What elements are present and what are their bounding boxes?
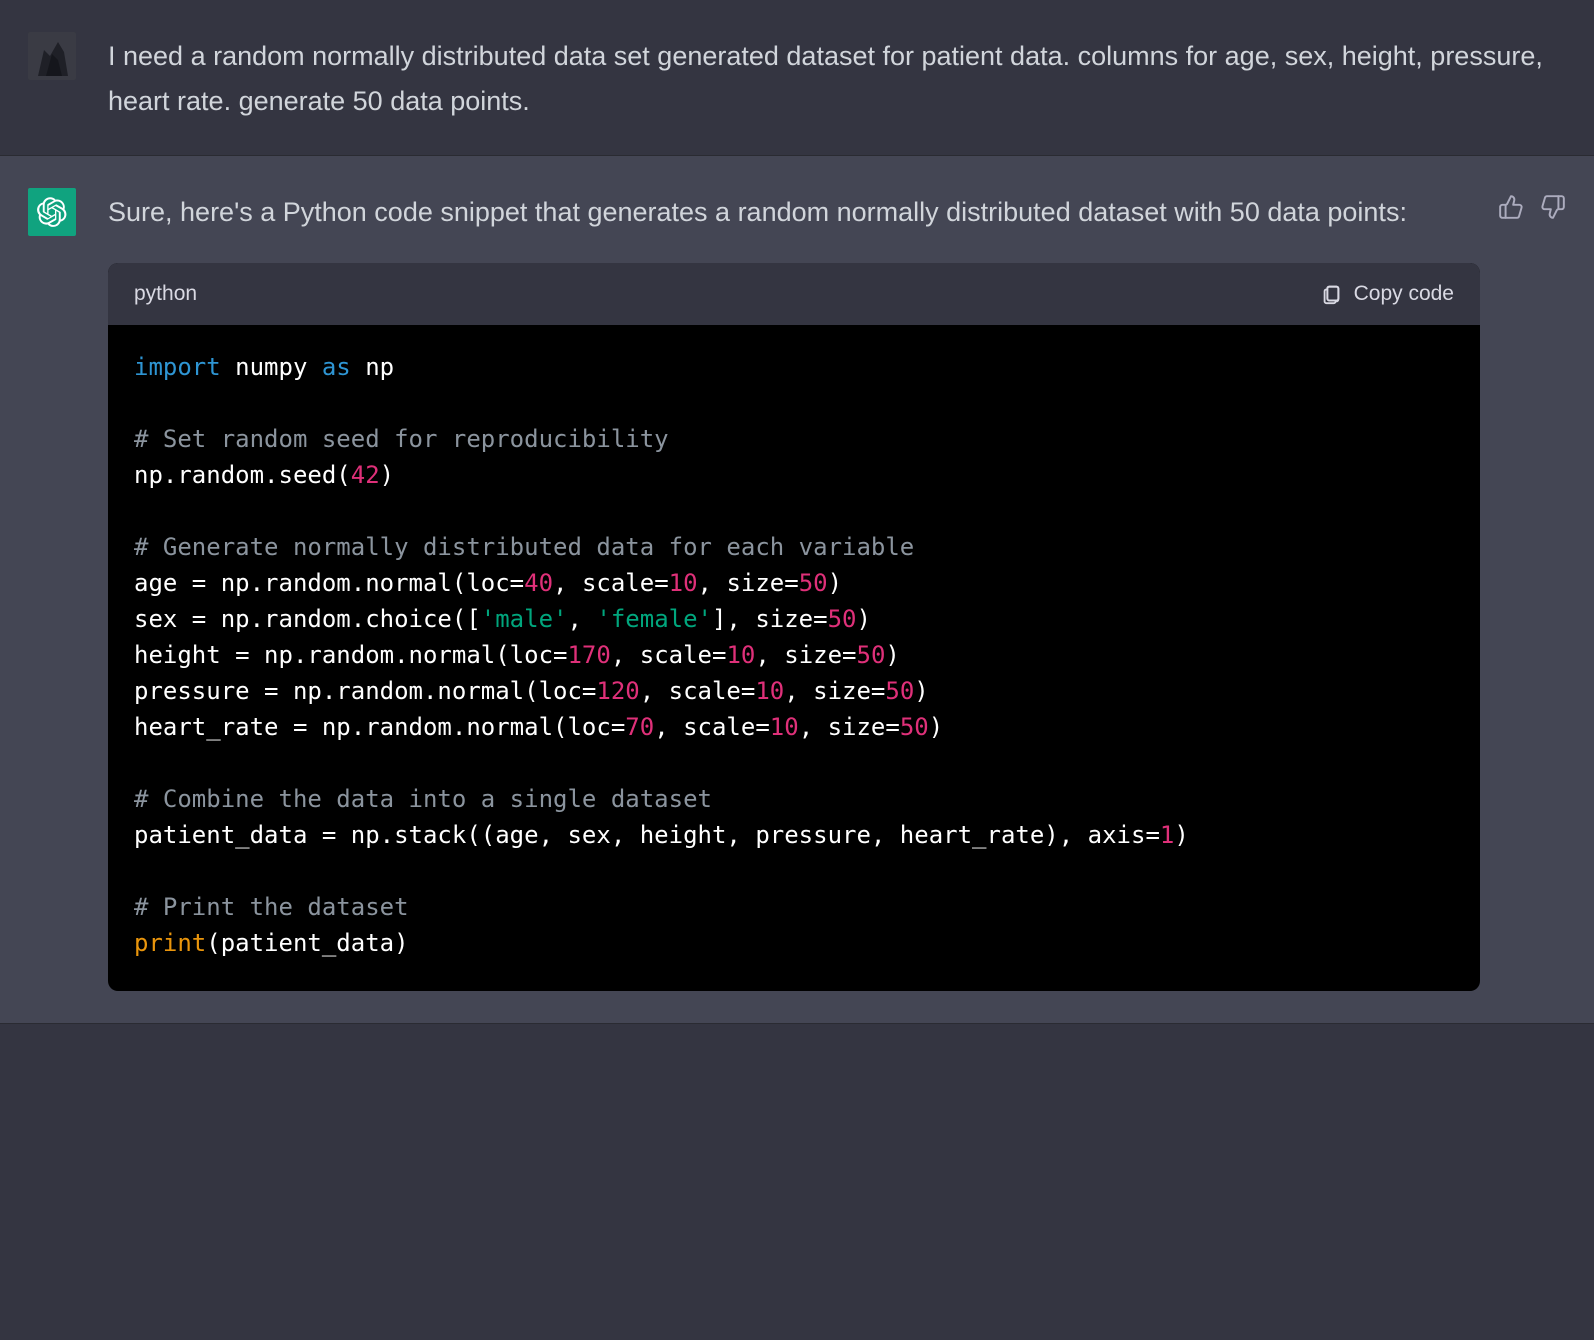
copy-code-button[interactable]: Copy code [1320, 277, 1454, 312]
code-content[interactable]: import numpy as np # Set random seed for… [108, 325, 1480, 991]
code-header: python Copy code [108, 263, 1480, 326]
code-language-label: python [134, 277, 197, 312]
feedback-actions [1498, 188, 1566, 991]
thumbs-down-button[interactable] [1540, 194, 1566, 991]
assistant-message: Sure, here's a Python code snippet that … [0, 156, 1594, 1024]
clipboard-icon [1320, 283, 1342, 305]
thumbs-down-icon [1540, 194, 1566, 220]
user-avatar [28, 32, 76, 80]
code-block: python Copy code import numpy as np # Se… [108, 263, 1480, 992]
thumbs-up-button[interactable] [1498, 194, 1524, 991]
thumbs-up-icon [1498, 194, 1524, 220]
assistant-message-text: Sure, here's a Python code snippet that … [108, 190, 1480, 235]
user-message-text: I need a random normally distributed dat… [108, 32, 1566, 123]
assistant-avatar [28, 188, 76, 236]
copy-code-label: Copy code [1354, 277, 1454, 312]
openai-logo-icon [37, 197, 67, 227]
user-message: I need a random normally distributed dat… [0, 0, 1594, 156]
